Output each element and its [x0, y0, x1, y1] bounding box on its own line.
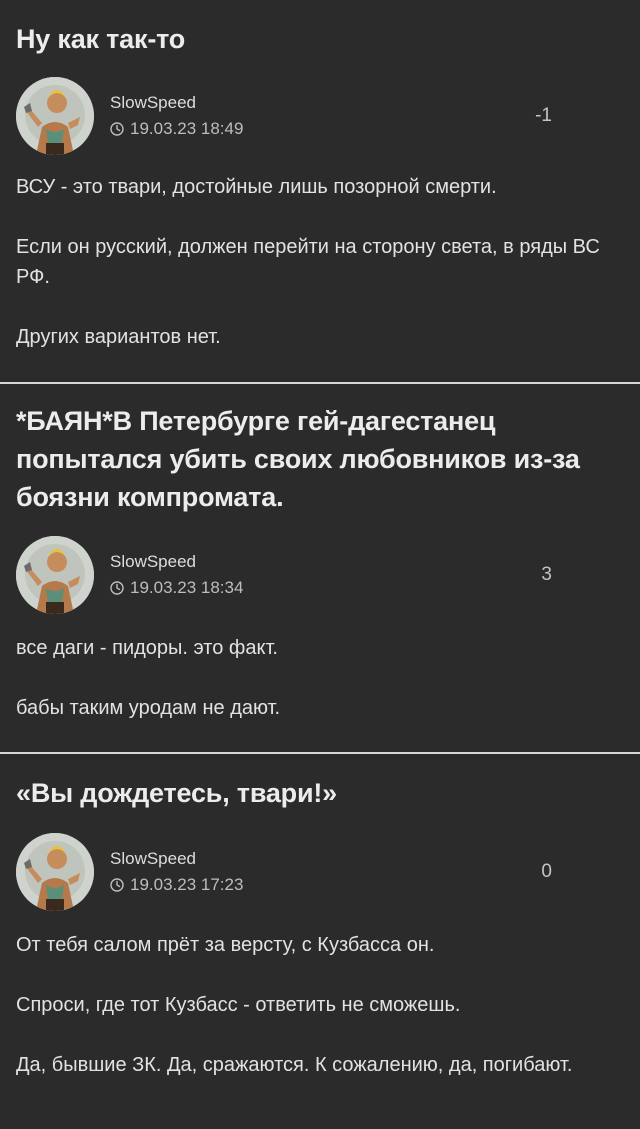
comment-paragraph: бабы таким уродам не дают. [16, 697, 281, 719]
comment-meta: SlowSpeed 19.03.23 17:23 [110, 848, 243, 896]
comment-header: SlowSpeed 19.03.23 18:34 3 [16, 535, 624, 615]
clock-icon [110, 878, 124, 892]
comment-body: ВСУ - это твари, достойные лишь позорной… [16, 172, 624, 352]
clock-icon [110, 581, 124, 595]
comment-time: 19.03.23 17:23 [110, 874, 243, 896]
comment-paragraph: Спроси, где тот Кузбасс - ответить не см… [16, 994, 461, 1016]
author-name[interactable]: SlowSpeed [110, 848, 243, 870]
post-title[interactable]: Ну как так-то [16, 20, 624, 58]
comment-meta: SlowSpeed 19.03.23 18:49 [110, 92, 243, 140]
comment-paragraph: Если он русский, должен перейти на сторо… [16, 236, 600, 288]
user-avatar[interactable] [16, 536, 94, 614]
post-card: *БАЯН*В Петербурге гей-дагестанец попыта… [0, 384, 640, 752]
post-title[interactable]: *БАЯН*В Петербурге гей-дагестанец попыта… [16, 402, 624, 516]
post-title[interactable]: «Вы дождетесь, твари!» [16, 774, 624, 812]
comment-header: SlowSpeed 19.03.23 18:49 -1 [16, 76, 624, 156]
comment-feed: Ну как так-то SlowSpeed 19.03.23 18:49 -… [0, 0, 640, 1080]
author-name[interactable]: SlowSpeed [110, 551, 243, 573]
comment-paragraph: ВСУ - это твари, достойные лишь позорной… [16, 176, 497, 198]
comment-time-text: 19.03.23 18:49 [130, 119, 244, 138]
clock-icon [110, 122, 124, 136]
comment-header: SlowSpeed 19.03.23 17:23 0 [16, 832, 624, 912]
post-card: «Вы дождетесь, твари!» SlowSpeed 19.03.2… [0, 754, 640, 1080]
comment-paragraph: Других вариантов нет. [16, 326, 221, 348]
comment-rating: -1 [535, 105, 552, 126]
comment-body: все даги - пидоры. это факт. бабы таким … [16, 633, 624, 723]
comment-time: 19.03.23 18:34 [110, 577, 243, 599]
user-avatar[interactable] [16, 833, 94, 911]
comment-body: От тебя салом прёт за версту, с Кузбасса… [16, 930, 624, 1080]
comment-rating: 0 [541, 861, 552, 882]
comment-paragraph: От тебя салом прёт за версту, с Кузбасса… [16, 934, 435, 956]
comment-time-text: 19.03.23 18:34 [130, 578, 244, 597]
comment-paragraph: все даги - пидоры. это факт. [16, 637, 278, 659]
comment-paragraph: Да, бывшие ЗК. Да, сражаются. К сожалени… [16, 1054, 573, 1076]
comment-meta: SlowSpeed 19.03.23 18:34 [110, 551, 243, 599]
comment-rating: 3 [541, 564, 552, 585]
author-name[interactable]: SlowSpeed [110, 92, 243, 114]
comment-time-text: 19.03.23 17:23 [130, 875, 244, 894]
post-card: Ну как так-то SlowSpeed 19.03.23 18:49 -… [0, 0, 640, 382]
comment-time: 19.03.23 18:49 [110, 118, 243, 140]
user-avatar[interactable] [16, 77, 94, 155]
